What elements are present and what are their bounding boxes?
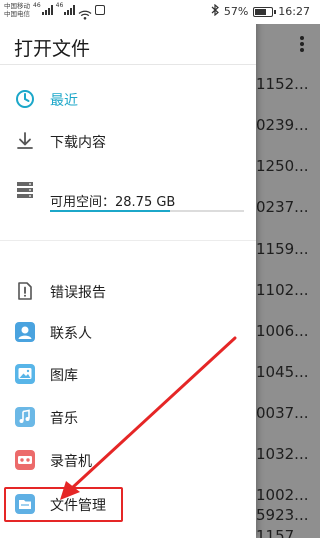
file-row[interactable]: 1102... [256,281,320,301]
battery-icon [253,6,277,17]
file-row[interactable]: 0239... [256,116,320,136]
signal-icon [64,5,76,15]
download-icon [15,131,35,151]
file-row[interactable]: 1002... [256,486,320,506]
file-row[interactable]: 1152... [256,75,320,95]
gallery-app-icon [15,364,35,384]
carrier-2: 中国电信 [4,10,30,18]
file-row[interactable]: 1159... [256,240,320,260]
clock-icon [15,89,35,109]
clock-time: 16:27 [278,5,310,18]
storage-label: 可用空间：28.75 GB [50,195,176,210]
notification-icon [95,5,106,15]
drawer-item-error-report[interactable]: 错误报告 [0,272,256,312]
status-right: 57% 16:27 [211,3,310,19]
drawer-item-recorder[interactable]: 录音机 [0,441,256,481]
drawer-item-label: 录音机 [50,454,92,470]
drawer-item-music[interactable]: 音乐 [0,398,256,438]
drawer-item-downloads[interactable]: 下载内容 [0,122,256,162]
more-options-icon[interactable] [300,36,304,52]
status-bar: 中国移动 中国电信 46 46 57% 16:27 [0,0,320,24]
battery-percent: 57% [223,5,249,18]
carrier-1: 中国移动 [4,2,30,10]
drawer-item-recent[interactable]: 最近 [0,80,256,120]
network-type-2: 46 [55,2,64,9]
status-left: 中国移动 中国电信 46 46 [4,2,106,20]
storage-usage-bar [50,210,244,212]
drawer-header: 打开文件 [0,24,256,64]
highlight-box [4,487,123,522]
drawer-item-label: 下载内容 [50,135,106,151]
divider [0,240,256,241]
wifi-icon [78,5,92,20]
drawer-item-contacts[interactable]: 联系人 [0,313,256,353]
recorder-app-icon [15,450,35,470]
file-row[interactable]: 1157... [256,527,320,538]
file-row[interactable]: 0037... [256,404,320,424]
network-type-1: 46 [33,2,41,9]
drawer-item-label: 错误报告 [50,285,106,301]
drawer-item-label: 最近 [50,93,78,109]
contacts-app-icon [15,322,35,342]
bluetooth-icon [211,3,219,19]
file-row[interactable]: 1032... [256,445,320,465]
file-row[interactable]: 1006... [256,322,320,342]
drawer-item-gallery[interactable]: 图库 [0,355,256,395]
drawer-item-label: 联系人 [50,326,92,342]
drawer-title: 打开文件 [14,38,91,60]
error-report-icon [15,281,35,301]
divider [0,64,256,65]
music-app-icon [15,407,35,427]
storage-icon [15,180,35,200]
file-row[interactable]: 5923... [256,506,320,526]
drawer-item-label: 音乐 [50,411,78,427]
navigation-drawer: 打开文件 最近 下载内容 可用空间：28.75 GB 错误报告 联系人 图库 音… [0,0,256,538]
drawer-item-label: 图库 [50,368,78,384]
signal-icon [41,5,53,15]
file-row[interactable]: 0237... [256,198,320,218]
file-row[interactable]: 1045... [256,363,320,383]
carrier-names: 中国移动 中国电信 [4,2,30,18]
file-row[interactable]: 1250... [256,157,320,177]
drawer-item-storage[interactable]: 可用空间：28.75 GB [0,176,256,224]
